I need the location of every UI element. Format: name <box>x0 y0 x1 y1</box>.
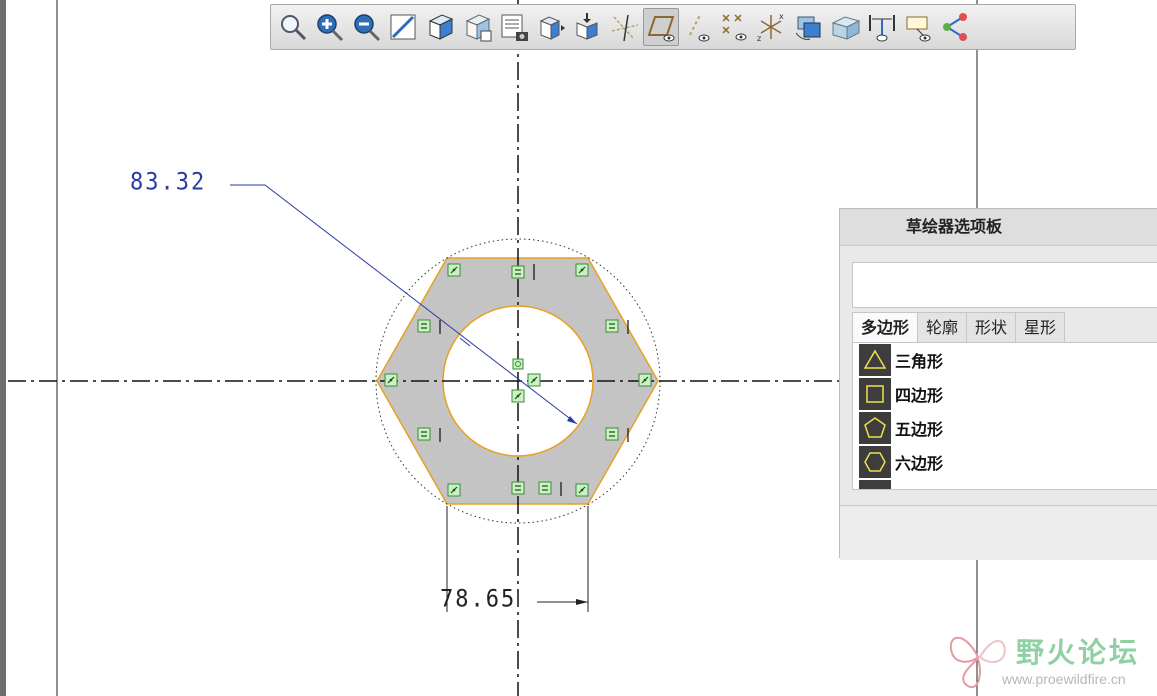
sketch-view-button[interactable] <box>642 8 679 46</box>
list-item-triangle[interactable]: 三角形 <box>853 343 1157 377</box>
list-item-square[interactable]: 四边形 <box>853 377 1157 411</box>
point-on-constraint[interactable] <box>527 373 541 387</box>
saved-orientations-button[interactable] <box>459 8 495 46</box>
equal-constraint[interactable] <box>605 427 619 441</box>
sketch-view-icon <box>647 16 675 42</box>
annotation-display-button[interactable] <box>864 8 900 46</box>
list-item-pentagon[interactable]: 五边形 <box>853 411 1157 445</box>
constraint-display-icon <box>722 14 747 41</box>
palette-title[interactable]: 草绘器选项板 <box>840 209 1157 246</box>
magnifier-icon <box>281 15 307 41</box>
vertex-display-icon <box>795 16 821 40</box>
vertex-display-button[interactable] <box>790 8 826 46</box>
center-point-constraint[interactable] <box>512 358 524 370</box>
list-item-label: 五边形 <box>895 420 944 439</box>
point-on-constraint[interactable] <box>575 263 589 277</box>
appearance-button[interactable] <box>533 8 569 46</box>
zoom-out-button[interactable] <box>349 8 385 46</box>
shape-list: 三角形 四边形 五边形 六边形 <box>852 342 1157 490</box>
equal-constraint[interactable] <box>417 427 431 441</box>
equal-constraint[interactable] <box>605 319 619 333</box>
equal-constraint[interactable] <box>417 319 431 333</box>
forum-watermark: 野火论坛 www.proewildfire.cn <box>944 627 1154 693</box>
view-manager-button[interactable] <box>496 8 532 46</box>
zoom-in-button[interactable] <box>312 8 348 46</box>
datum-display-icon <box>612 14 639 42</box>
list-item-label: 四边形 <box>895 386 944 405</box>
palette-footer <box>840 505 1157 560</box>
equal-constraint[interactable] <box>538 481 552 495</box>
point-on-constraint[interactable] <box>575 483 589 497</box>
cube-appearance-icon <box>539 16 565 40</box>
palette-tabs: 多边形 轮廓 形状 星形 <box>852 312 1066 343</box>
tab-profile[interactable]: 轮廓 <box>917 312 968 343</box>
repaint-icon <box>390 14 416 40</box>
sketch-tools-icon <box>943 13 968 41</box>
dimension-display-icon <box>688 14 710 42</box>
list-item-label: 六边形 <box>895 454 944 473</box>
note-display-button[interactable] <box>901 8 937 46</box>
equal-constraint[interactable] <box>511 481 525 495</box>
point-on-constraint[interactable] <box>511 389 525 403</box>
constraint-display-button[interactable] <box>717 8 753 46</box>
shape-icon-partial <box>859 480 891 489</box>
list-item-hexagon[interactable]: 六边形 <box>853 445 1157 479</box>
list-item-label: 三角形 <box>895 352 944 371</box>
point-on-constraint[interactable] <box>447 263 461 277</box>
sketch-tools-button[interactable] <box>937 8 973 46</box>
hexagon-icon <box>859 446 891 478</box>
point-on-constraint[interactable] <box>638 373 652 387</box>
zoom-refit-button[interactable] <box>275 8 311 46</box>
sketcher-palette: 草绘器选项板 多边形 轮廓 形状 星形 三角形 四边形 五边形 六边形 <box>839 208 1157 560</box>
svg-text:x: x <box>779 12 784 21</box>
cube-orient-icon <box>465 14 492 42</box>
display-style-button[interactable] <box>422 8 458 46</box>
width-arrow <box>576 599 588 605</box>
dimension-display-button[interactable] <box>680 8 716 46</box>
palette-preview-field[interactable] <box>852 262 1157 308</box>
equal-constraint[interactable] <box>511 265 525 279</box>
grid-display-button[interactable]: zx <box>753 8 789 46</box>
grid-display-icon: zx <box>757 12 784 43</box>
datum-display-button[interactable] <box>606 8 642 46</box>
graphics-toolbar: zx <box>270 4 1076 50</box>
diameter-dimension[interactable]: 83.32 <box>130 169 206 197</box>
view-manager-icon <box>501 14 528 41</box>
watermark-url: www.proewildfire.cn <box>1002 671 1126 687</box>
width-dimension[interactable]: 78.65 <box>440 586 516 614</box>
pentagon-icon <box>859 412 891 444</box>
cube-shaded-icon <box>428 14 454 40</box>
triangle-icon <box>859 344 891 376</box>
spin-center-button[interactable] <box>827 8 863 46</box>
section-button[interactable] <box>569 8 605 46</box>
zoom-out-icon <box>353 14 380 42</box>
repaint-button[interactable] <box>385 8 421 46</box>
list-item-partial[interactable] <box>853 479 1157 489</box>
tab-star[interactable]: 星形 <box>1015 312 1066 343</box>
spin-center-icon <box>831 16 861 40</box>
point-on-constraint[interactable] <box>447 483 461 497</box>
watermark-name: 野火论坛 <box>1016 636 1141 669</box>
point-on-constraint[interactable] <box>384 373 398 387</box>
svg-text:z: z <box>757 34 761 43</box>
note-display-icon <box>906 16 931 42</box>
zoom-in-icon <box>317 14 343 42</box>
tab-shape[interactable]: 形状 <box>966 312 1017 343</box>
cube-section-icon <box>576 13 598 40</box>
square-icon <box>859 378 891 410</box>
annotation-display-icon <box>868 15 895 42</box>
tab-polygon[interactable]: 多边形 <box>852 312 919 343</box>
diameter-arrow-tick <box>459 337 471 347</box>
